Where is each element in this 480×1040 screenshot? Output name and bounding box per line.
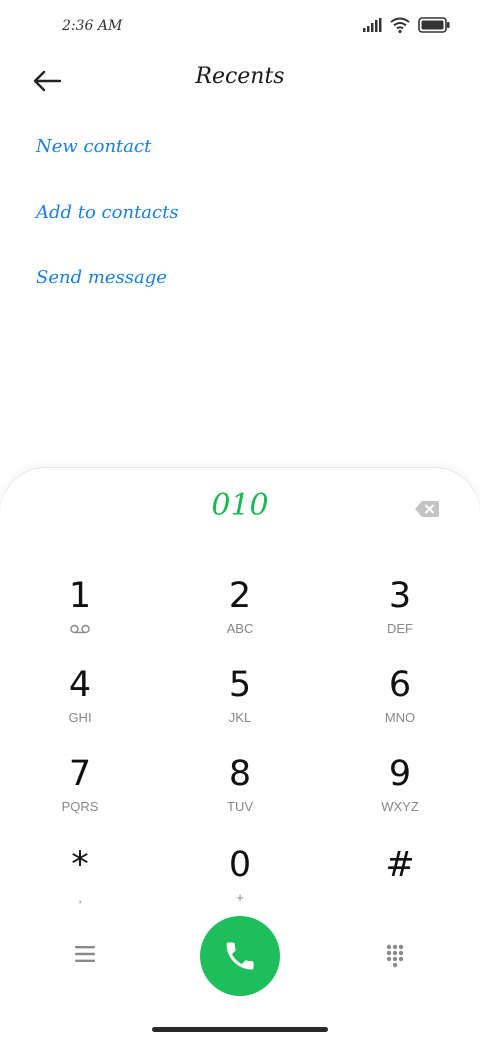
key-star[interactable]: * , [20, 845, 140, 921]
key-hash[interactable]: # [340, 845, 460, 921]
voicemail-icon [70, 624, 90, 634]
key-3[interactable]: 3 DEF [340, 576, 460, 652]
key-letters: PQRS [61, 799, 99, 814]
key-4[interactable]: 4 GHI [20, 665, 140, 741]
key-5[interactable]: 5 JKL [180, 665, 300, 741]
key-letters: + [236, 890, 244, 905]
status-time: 2:36 AM [62, 18, 123, 34]
key-digit: 4 [68, 665, 92, 705]
home-indicator[interactable] [152, 1027, 328, 1032]
dialer-panel: 010 1 2 ABC 3 DEF 4 GHI 5 JKL 6 MNO 7 PQ… [0, 468, 480, 1040]
key-digit: 8 [228, 754, 252, 794]
dialed-number: 010 [211, 488, 269, 523]
key-0[interactable]: 0 + [180, 845, 300, 921]
key-digit: 9 [388, 754, 412, 794]
keypad-toggle-button[interactable] [386, 944, 404, 972]
key-digit: 2 [228, 576, 252, 616]
phone-icon [226, 942, 254, 970]
key-9[interactable]: 9 WXYZ [340, 754, 460, 830]
key-letters: DEF [387, 621, 413, 636]
backspace-button[interactable] [414, 500, 440, 518]
key-digit: 3 [388, 576, 412, 616]
key-letters: MNO [384, 710, 416, 725]
keypad-icon [386, 944, 404, 968]
backspace-icon [415, 501, 439, 517]
key-1[interactable]: 1 [20, 576, 140, 652]
send-message-link[interactable]: Send message [36, 267, 167, 288]
signal-icon [363, 18, 382, 32]
key-letters: WXYZ [381, 799, 419, 814]
key-letters: JKL [228, 710, 252, 725]
key-2[interactable]: 2 ABC [180, 576, 300, 652]
header: Recents [0, 56, 480, 106]
key-digit: 7 [68, 754, 92, 794]
key-digit: 0 [228, 845, 252, 885]
wifi-icon [390, 17, 410, 33]
call-button[interactable] [200, 916, 280, 996]
menu-icon [75, 946, 95, 962]
key-7[interactable]: 7 PQRS [20, 754, 140, 830]
key-letters: TUV [227, 799, 253, 814]
key-digit: 6 [388, 665, 412, 705]
key-8[interactable]: 8 TUV [180, 754, 300, 830]
add-to-contacts-link[interactable]: Add to contacts [36, 202, 179, 223]
key-digit: * [71, 845, 89, 885]
key-6[interactable]: 6 MNO [340, 665, 460, 741]
status-icons [362, 17, 450, 33]
key-letters: GHI [68, 710, 92, 725]
key-letters: , [78, 890, 82, 905]
menu-button[interactable] [74, 944, 96, 968]
key-digit: 5 [228, 665, 252, 705]
new-contact-link[interactable]: New contact [36, 136, 151, 157]
status-bar: 2:36 AM [0, 0, 480, 56]
key-letters: ABC [226, 621, 254, 636]
battery-icon [418, 17, 450, 33]
page-title: Recents [195, 64, 285, 89]
key-digit: # [385, 845, 415, 885]
key-digit: 1 [68, 576, 92, 616]
